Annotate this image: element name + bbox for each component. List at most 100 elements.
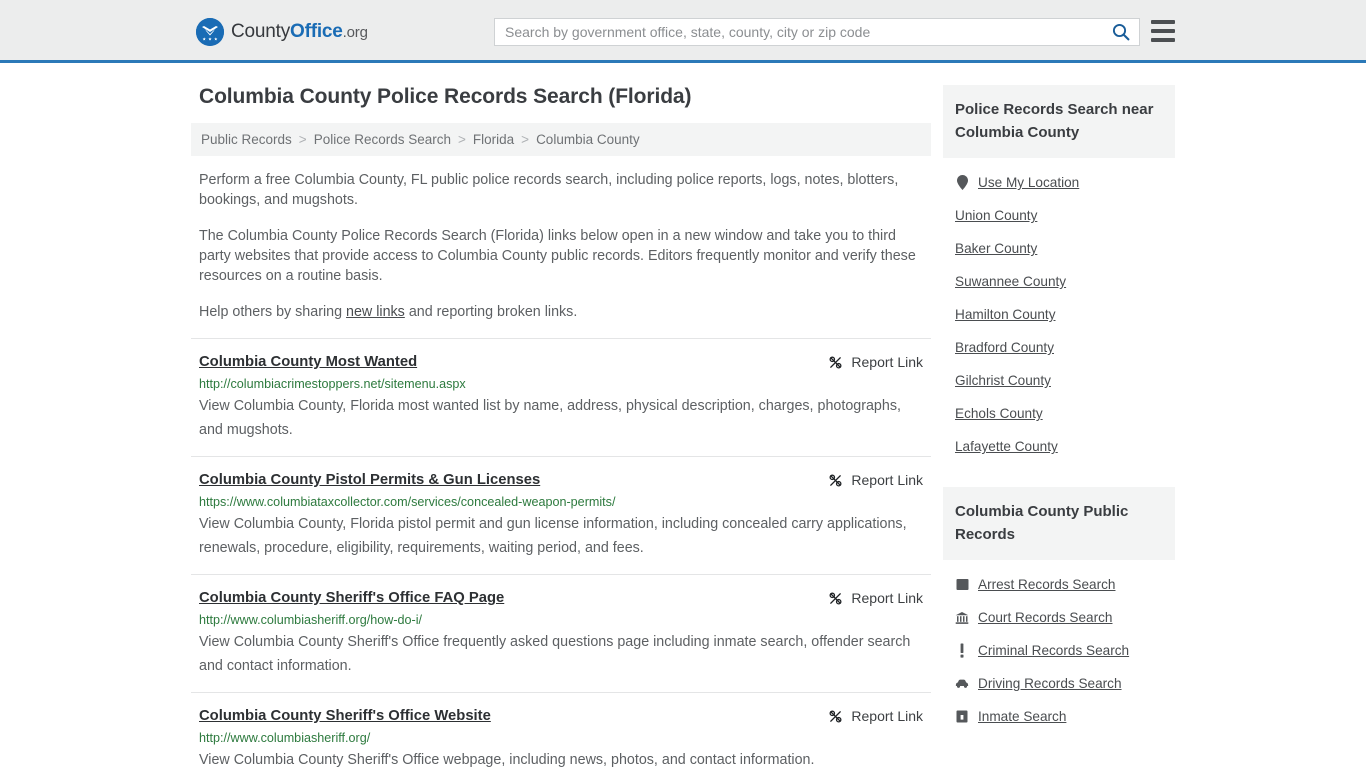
result-title-link[interactable]: Columbia County Pistol Permits & Gun Lic…	[199, 471, 540, 489]
result-description: View Columbia County Sheriff's Office fr…	[199, 634, 911, 674]
result-item: Columbia County Pistol Permits & Gun Lic…	[191, 456, 931, 574]
report-link-button[interactable]: Report Link	[828, 471, 923, 488]
result-title-link[interactable]: Columbia County Most Wanted	[199, 353, 417, 371]
search-input[interactable]	[495, 19, 1103, 45]
sidebar: Police Records Search near Columbia Coun…	[943, 85, 1175, 768]
page-body: Columbia County Police Records Search (F…	[0, 63, 1366, 768]
fingerprint-icon	[955, 577, 969, 592]
sidebar-nearby-links: Use My Location Union County Baker Count…	[943, 158, 1175, 469]
sidebar-county-link-union[interactable]: Union County	[943, 199, 1175, 232]
breadcrumb-item-1[interactable]: Police Records Search	[314, 132, 451, 147]
report-link-label: Report Link	[851, 590, 923, 606]
car-icon	[955, 676, 969, 691]
result-description: View Columbia County Sheriff's Office we…	[199, 752, 815, 768]
content-container: Columbia County Police Records Search (F…	[191, 63, 1175, 768]
sidebar-driving-records-row[interactable]: Driving Records Search	[943, 667, 1175, 700]
result-item: Columbia County Sheriff's Office Website…	[191, 692, 931, 768]
arrest-records-link[interactable]: Arrest Records Search	[978, 577, 1116, 592]
intro-paragraph-0: Perform a free Columbia County, FL publi…	[199, 172, 899, 208]
site-logo[interactable]: CountyOffice.org	[196, 18, 368, 46]
result-title-link[interactable]: Columbia County Sheriff's Office FAQ Pag…	[199, 589, 504, 607]
county-link[interactable]: Echols County	[955, 406, 1043, 421]
sidebar-inmate-search-row[interactable]: Inmate Search	[943, 700, 1175, 733]
use-my-location-link[interactable]: Use My Location	[978, 175, 1079, 190]
result-header: Columbia County Most Wanted Report Link	[199, 353, 923, 371]
hamburger-bar-3	[1151, 38, 1175, 42]
page-title: Columbia County Police Records Search (F…	[199, 85, 692, 108]
search-icon	[1112, 23, 1130, 41]
site-header: CountyOffice.org	[0, 0, 1366, 63]
sidebar-nearby-heading: Police Records Search near Columbia Coun…	[943, 85, 1175, 158]
result-description: View Columbia County, Florida most wante…	[199, 398, 901, 438]
intro-paragraph-1: The Columbia County Police Records Searc…	[199, 228, 916, 284]
breadcrumb-item-2[interactable]: Florida	[473, 132, 514, 147]
report-link-label: Report Link	[851, 472, 923, 488]
result-title-link[interactable]: Columbia County Sheriff's Office Website	[199, 707, 491, 725]
result-description: View Columbia County, Florida pistol per…	[199, 516, 907, 556]
result-url: http://columbiacrimestoppers.net/sitemen…	[199, 377, 466, 391]
new-links-link[interactable]: new links	[346, 304, 405, 320]
hamburger-bar-1	[1151, 20, 1175, 24]
sidebar-court-records-row[interactable]: Court Records Search	[943, 601, 1175, 634]
sidebar-county-link-gilchrist[interactable]: Gilchrist County	[943, 364, 1175, 397]
sidebar-county-link-suwannee[interactable]: Suwannee County	[943, 265, 1175, 298]
sidebar-criminal-records-row[interactable]: Criminal Records Search	[943, 634, 1175, 667]
map-pin-icon	[955, 175, 969, 190]
result-url: http://www.columbiasheriff.org/how-do-i/	[199, 613, 423, 627]
county-link[interactable]: Baker County	[955, 241, 1037, 256]
sidebar-county-link-echols[interactable]: Echols County	[943, 397, 1175, 430]
breadcrumb-item-3[interactable]: Columbia County	[536, 132, 640, 147]
logo-text-county: County	[231, 21, 291, 42]
sidebar-use-my-location[interactable]: Use My Location	[943, 166, 1175, 199]
countyoffice-eagle-seal-icon	[196, 18, 224, 46]
result-url: http://www.columbiasheriff.org/	[199, 731, 371, 745]
result-item: Columbia County Sheriff's Office FAQ Pag…	[191, 574, 931, 692]
report-link-label: Report Link	[851, 354, 923, 370]
main-column: Columbia County Police Records Search (F…	[191, 85, 931, 768]
driving-records-link[interactable]: Driving Records Search	[978, 676, 1122, 691]
exclamation-icon	[955, 643, 969, 658]
help-line-after: and reporting broken links.	[404, 304, 578, 320]
result-header: Columbia County Pistol Permits & Gun Lic…	[199, 471, 923, 489]
report-link-button[interactable]: Report Link	[828, 589, 923, 606]
court-records-link[interactable]: Court Records Search	[978, 610, 1112, 625]
county-link[interactable]: Union County	[955, 208, 1037, 223]
breadcrumb-separator-1: >	[458, 132, 466, 147]
inmate-icon	[955, 709, 969, 724]
breadcrumb: Public Records > Police Records Search >…	[191, 123, 931, 156]
hamburger-bar-2	[1151, 29, 1175, 33]
county-link[interactable]: Bradford County	[955, 340, 1054, 355]
breadcrumb-item-0[interactable]: Public Records	[201, 132, 292, 147]
sidebar-arrest-records-row[interactable]: Arrest Records Search	[943, 568, 1175, 601]
county-link[interactable]: Gilchrist County	[955, 373, 1051, 388]
sidebar-public-records-heading: Columbia County Public Records	[943, 487, 1175, 560]
result-item: Columbia County Most Wanted Report Link …	[191, 338, 931, 456]
report-link-button[interactable]: Report Link	[828, 707, 923, 724]
sidebar-public-records-links: Arrest Records Search Court Records Sear…	[943, 560, 1175, 739]
search-bar[interactable]	[494, 18, 1140, 46]
broken-link-icon	[828, 591, 843, 606]
broken-link-icon	[828, 473, 843, 488]
breadcrumb-separator-2: >	[521, 132, 530, 147]
courthouse-icon	[955, 610, 969, 625]
help-line-before: Help others by sharing	[199, 304, 347, 320]
sidebar-county-link-lafayette[interactable]: Lafayette County	[943, 430, 1175, 463]
help-line: Help others by sharing new links and rep…	[191, 302, 931, 322]
inmate-search-link[interactable]: Inmate Search	[978, 709, 1066, 724]
sidebar-county-link-baker[interactable]: Baker County	[943, 232, 1175, 265]
hamburger-menu-icon[interactable]	[1151, 20, 1175, 42]
criminal-records-link[interactable]: Criminal Records Search	[978, 643, 1129, 658]
search-button[interactable]	[1103, 19, 1139, 45]
intro-text: Perform a free Columbia County, FL publi…	[191, 170, 931, 322]
report-link-button[interactable]: Report Link	[828, 353, 923, 370]
broken-link-icon	[828, 355, 843, 370]
result-header: Columbia County Sheriff's Office Website…	[199, 707, 923, 725]
sidebar-county-link-bradford[interactable]: Bradford County	[943, 331, 1175, 364]
county-link[interactable]: Hamilton County	[955, 307, 1056, 322]
logo-text-office: Office	[290, 21, 343, 42]
broken-link-icon	[828, 709, 843, 724]
county-link[interactable]: Lafayette County	[955, 439, 1058, 454]
county-link[interactable]: Suwannee County	[955, 274, 1066, 289]
sidebar-county-link-hamilton[interactable]: Hamilton County	[943, 298, 1175, 331]
